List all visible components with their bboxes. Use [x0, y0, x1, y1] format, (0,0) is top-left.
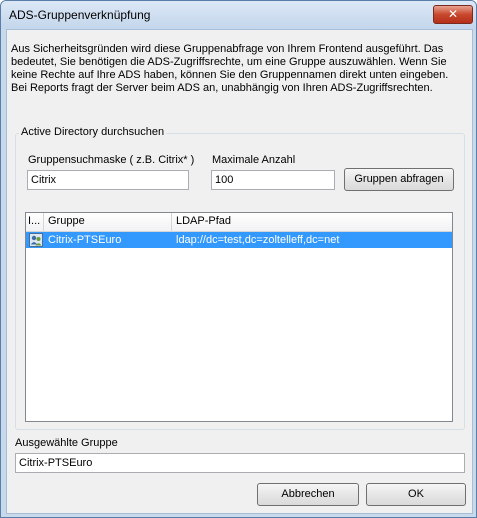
info-text: Aus Sicherheitsgründen wird diese Gruppe… — [11, 43, 449, 94]
column-icon[interactable]: I... — [26, 213, 44, 231]
list-header: I... Gruppe LDAP-Pfad — [26, 213, 452, 232]
selected-group-label: Ausgewählte Gruppe — [15, 437, 118, 449]
max-count-input[interactable] — [211, 170, 335, 190]
query-groups-button[interactable]: Gruppen abfragen — [344, 168, 454, 191]
close-icon: ✕ — [447, 7, 459, 21]
ok-button[interactable]: OK — [366, 483, 466, 506]
dialog-window: ADS-Gruppenverknüpfung ✕ Aus Sicherheits… — [0, 0, 477, 518]
mask-input[interactable] — [27, 170, 189, 190]
column-ldap[interactable]: LDAP-Pfad — [172, 213, 452, 231]
search-groupbox-legend: Active Directory durchsuchen — [19, 126, 167, 138]
mask-label: Gruppensuchmaske ( z.B. Citrix* ) — [28, 154, 195, 166]
dialog-body: Aus Sicherheitsgründen wird diese Gruppe… — [6, 29, 473, 514]
cancel-button[interactable]: Abbrechen — [257, 483, 359, 506]
window-title: ADS-Gruppenverknüpfung — [9, 8, 151, 22]
row-gruppe: Citrix-PTSEuro — [48, 234, 122, 246]
column-gruppe[interactable]: Gruppe — [44, 213, 172, 231]
max-count-label: Maximale Anzahl — [212, 154, 296, 166]
list-row[interactable]: Citrix-PTSEuro ldap://dc=test,dc=zoltell… — [26, 232, 452, 248]
selected-group-input[interactable] — [15, 453, 465, 473]
row-ldap: ldap://dc=test,dc=zoltelleff,dc=net — [176, 234, 340, 246]
close-button[interactable]: ✕ — [433, 5, 473, 24]
group-icon — [29, 233, 43, 247]
title-bar[interactable]: ADS-Gruppenverknüpfung ✕ — [1, 1, 476, 29]
group-list[interactable]: I... Gruppe LDAP-Pfad Citrix-PTSEuro lda… — [25, 212, 453, 422]
